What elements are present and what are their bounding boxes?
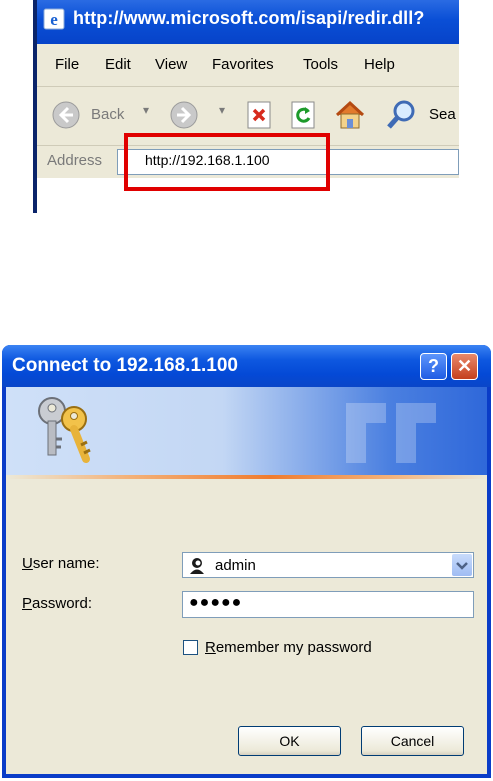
username-label: User name:	[22, 555, 100, 572]
username-label-accel: U	[22, 555, 33, 572]
address-label: Address	[47, 152, 103, 169]
help-icon: ?	[428, 356, 439, 376]
back-icon[interactable]	[51, 100, 81, 130]
menu-file[interactable]: File	[55, 56, 79, 73]
dialog-title: Connect to 192.168.1.100	[12, 355, 238, 376]
forward-icon[interactable]	[169, 100, 199, 130]
menu-tools[interactable]: Tools	[303, 56, 338, 73]
password-label-text: assword:	[32, 595, 93, 612]
dropdown-arrow-icon	[456, 562, 468, 570]
back-label[interactable]: Back	[91, 106, 124, 123]
login-dialog: Connect to 192.168.1.100 ? ✕ User name: …	[2, 345, 491, 778]
password-value[interactable]: ●●●●●	[189, 594, 242, 612]
remember-password-label[interactable]: Remember my password	[205, 639, 372, 656]
search-label[interactable]: Sea	[429, 106, 456, 123]
password-label: Password:	[22, 595, 92, 612]
home-icon[interactable]	[333, 98, 367, 132]
password-label-accel: P	[22, 595, 33, 612]
forward-dropdown-icon[interactable]: ▾	[219, 103, 225, 117]
remember-label-text: emember my password	[215, 639, 372, 656]
menu-edit[interactable]: Edit	[105, 56, 131, 73]
back-dropdown-icon[interactable]: ▾	[143, 103, 149, 117]
dialog-titlebar: Connect to 192.168.1.100 ? ✕	[2, 345, 491, 387]
refresh-icon[interactable]	[289, 100, 317, 130]
menu-favorites[interactable]: Favorites	[212, 56, 274, 73]
ok-button[interactable]: OK	[238, 726, 341, 756]
menu-help[interactable]: Help	[364, 56, 395, 73]
cancel-button[interactable]: Cancel	[361, 726, 464, 756]
user-icon	[190, 558, 204, 574]
browser-titlebar: e http://www.microsoft.com/isapi/redir.d…	[37, 0, 459, 44]
keys-watermark-icon	[346, 403, 436, 463]
username-label-text: ser name:	[32, 555, 100, 572]
password-input[interactable]: ●●●●●	[182, 591, 474, 618]
help-button[interactable]: ?	[420, 353, 447, 380]
banner-divider	[6, 475, 487, 479]
keys-icon	[38, 397, 91, 463]
ie-icon: e	[43, 8, 65, 30]
browser-title: http://www.microsoft.com/isapi/redir.dll…	[73, 8, 425, 28]
menu-bar: File Edit View Favorites Tools Help	[37, 44, 459, 87]
username-dropdown-button[interactable]	[452, 554, 472, 576]
dialog-banner	[6, 387, 487, 475]
stop-icon[interactable]	[245, 100, 273, 130]
close-button[interactable]: ✕	[451, 353, 478, 380]
close-icon: ✕	[456, 356, 473, 376]
address-highlight-box	[124, 133, 330, 191]
remember-password-checkbox[interactable]	[183, 640, 198, 655]
dialog-body: User name: admin Password: ●●●●● Remembe…	[6, 387, 487, 774]
username-combobox[interactable]: admin	[182, 552, 474, 578]
menu-view[interactable]: View	[155, 56, 187, 73]
username-value[interactable]: admin	[215, 557, 256, 574]
search-icon[interactable]	[385, 98, 419, 132]
svg-text:e: e	[50, 10, 58, 29]
remember-label-accel: R	[205, 639, 216, 656]
